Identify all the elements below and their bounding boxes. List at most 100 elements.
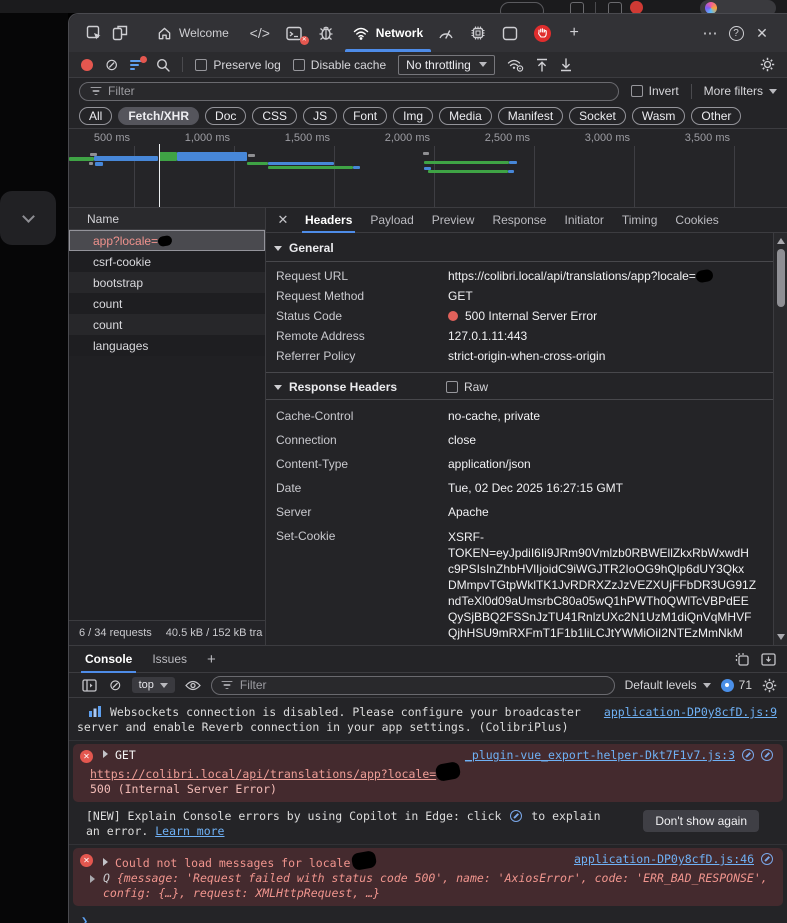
console-sidebar-toggle[interactable] xyxy=(79,672,99,698)
tab-welcome[interactable]: Welcome xyxy=(147,14,239,52)
console-info-message[interactable]: application-DP0y8cfD.js:9 Websockets con… xyxy=(69,701,787,741)
page-collapse-panel-button[interactable] xyxy=(0,191,56,245)
close-details-button[interactable]: ✕ xyxy=(270,208,296,233)
preserve-log-checkbox[interactable]: Preserve log xyxy=(195,58,280,72)
dont-show-again-button[interactable]: Don't show again xyxy=(643,810,759,832)
request-row-count[interactable]: count xyxy=(69,293,265,314)
learn-more-link[interactable]: Learn more xyxy=(155,824,224,838)
console-settings-button[interactable] xyxy=(762,678,777,693)
waterfall-bar xyxy=(247,162,268,165)
type-filter-all[interactable]: All xyxy=(79,107,112,125)
type-filter-wasm[interactable]: Wasm xyxy=(632,107,686,125)
request-row-bootstrap[interactable]: bootstrap xyxy=(69,272,265,293)
inspect-element-icon[interactable] xyxy=(81,20,107,46)
source-link-wrap: application-DP0y8cfD.js:46 xyxy=(574,852,773,867)
clear-network-log-button[interactable]: ⊘ xyxy=(105,55,118,75)
clear-console-button[interactable]: ⊘ xyxy=(109,676,122,694)
overview-graph[interactable]: 500 ms1,000 ms1,500 ms2,000 ms2,500 ms3,… xyxy=(69,129,787,208)
execution-context-select[interactable]: top xyxy=(132,677,175,693)
tab-response[interactable]: Response xyxy=(483,208,555,233)
type-filter-font[interactable]: Font xyxy=(343,107,387,125)
console-prompt[interactable]: ❯ xyxy=(69,909,787,923)
scroll-down-arrow[interactable] xyxy=(777,634,785,640)
record-network-log-button[interactable] xyxy=(81,59,93,71)
invert-filter-checkbox[interactable]: Invert xyxy=(631,84,679,98)
console-filter-input[interactable]: Filter xyxy=(211,676,615,695)
failed-request-url[interactable]: https://colibri.local/api/translations/a… xyxy=(90,767,436,781)
adblock-extension-icon[interactable] xyxy=(529,20,555,46)
type-filter-css[interactable]: CSS xyxy=(252,107,297,125)
source-link[interactable]: application-DP0y8cfD.js:9 xyxy=(604,705,777,720)
live-expression-button[interactable] xyxy=(185,680,201,691)
type-filter-doc[interactable]: Doc xyxy=(205,107,246,125)
help-button[interactable]: ? xyxy=(723,20,749,46)
disable-cache-checkbox[interactable]: Disable cache xyxy=(293,58,386,72)
more-options-button[interactable]: ⋯ xyxy=(697,20,723,46)
request-row-count-2[interactable]: count xyxy=(69,314,265,335)
undock-drawer-icon[interactable] xyxy=(729,646,755,672)
response-headers-title-wrap[interactable]: Response Headers xyxy=(274,380,446,394)
more-filters-button[interactable]: More filters xyxy=(704,84,777,98)
request-row-languages[interactable]: languages xyxy=(69,335,265,356)
performance-icon[interactable] xyxy=(433,20,459,46)
application-icon[interactable] xyxy=(497,20,523,46)
details-scrollbar[interactable] xyxy=(773,233,787,645)
console-network-error[interactable]: ✕ _plugin-vue_export-helper-Dkt7F1v7.js:… xyxy=(73,744,783,802)
network-filter-input[interactable]: Filter xyxy=(79,82,619,101)
scroll-up-arrow[interactable] xyxy=(777,238,785,244)
page-background xyxy=(0,13,68,923)
request-row-csrf-cookie[interactable]: csrf-cookie xyxy=(69,251,265,272)
general-section-header[interactable]: General xyxy=(266,233,773,261)
throttling-select[interactable]: No throttling xyxy=(398,55,495,75)
expand-arrow-icon[interactable] xyxy=(103,858,108,866)
raw-headers-checkbox[interactable]: Raw xyxy=(446,380,773,394)
device-emulation-icon[interactable] xyxy=(107,20,133,46)
console-locale-error[interactable]: ✕ application-DP0y8cfD.js:46 Could not l… xyxy=(73,848,783,906)
type-filter-media[interactable]: Media xyxy=(439,107,492,125)
log-levels-select[interactable]: Default levels xyxy=(625,678,711,692)
type-filter-js[interactable]: JS xyxy=(303,107,337,125)
tab-payload[interactable]: Payload xyxy=(361,208,422,233)
expand-arrow-icon[interactable] xyxy=(90,875,95,883)
console-panel-icon[interactable]: ✕ xyxy=(281,20,307,46)
type-filter-fetch-xhr[interactable]: Fetch/XHR xyxy=(118,107,199,125)
sources-icon[interactable]: </> xyxy=(247,20,273,46)
import-har-button[interactable] xyxy=(536,58,548,72)
debugger-icon[interactable] xyxy=(313,20,339,46)
network-conditions-button[interactable] xyxy=(507,58,524,72)
tab-headers[interactable]: Headers xyxy=(296,208,361,233)
tab-issues[interactable]: Issues xyxy=(142,646,197,673)
memory-chip-icon[interactable] xyxy=(465,20,491,46)
issues-counter[interactable]: 71 xyxy=(721,678,752,692)
expand-arrow-icon[interactable] xyxy=(103,750,108,758)
explain-error-icon[interactable] xyxy=(742,749,754,761)
network-settings-button[interactable] xyxy=(760,57,775,72)
copilot-icon[interactable] xyxy=(761,853,773,865)
copilot-icon[interactable] xyxy=(761,749,773,761)
source-link[interactable]: _plugin-vue_export-helper-Dkt7F1v7.js:3 xyxy=(465,748,735,762)
dock-drawer-icon[interactable] xyxy=(755,646,781,672)
tab-cookies[interactable]: Cookies xyxy=(666,208,727,233)
scrollbar-thumb[interactable] xyxy=(777,249,785,307)
error-object-preview[interactable]: Q {message: 'Request failed with status … xyxy=(90,871,773,886)
tab-preview[interactable]: Preview xyxy=(423,208,484,233)
type-filter-img[interactable]: Img xyxy=(393,107,433,125)
type-filter-other[interactable]: Other xyxy=(691,107,741,125)
timeline-playhead[interactable] xyxy=(159,144,160,207)
tab-initiator[interactable]: Initiator xyxy=(555,208,612,233)
more-tabs-button[interactable]: + xyxy=(561,20,587,46)
requests-column-header[interactable]: Name xyxy=(69,208,265,230)
add-drawer-tab-button[interactable]: + xyxy=(197,646,226,673)
request-row-app-locale[interactable]: app?locale= xyxy=(69,230,265,251)
export-har-button[interactable] xyxy=(560,58,572,72)
type-filter-socket[interactable]: Socket xyxy=(569,107,626,125)
console-messages: application-DP0y8cfD.js:9 Websockets con… xyxy=(69,698,787,923)
close-devtools-button[interactable]: ✕ xyxy=(749,20,775,46)
search-button[interactable] xyxy=(156,58,170,72)
type-filter-manifest[interactable]: Manifest xyxy=(498,107,563,125)
tab-console[interactable]: Console xyxy=(75,646,142,673)
tab-timing[interactable]: Timing xyxy=(613,208,667,233)
network-filter-toggle[interactable] xyxy=(130,59,144,71)
tab-network[interactable]: Network xyxy=(343,14,433,52)
source-link[interactable]: application-DP0y8cfD.js:46 xyxy=(574,852,754,866)
